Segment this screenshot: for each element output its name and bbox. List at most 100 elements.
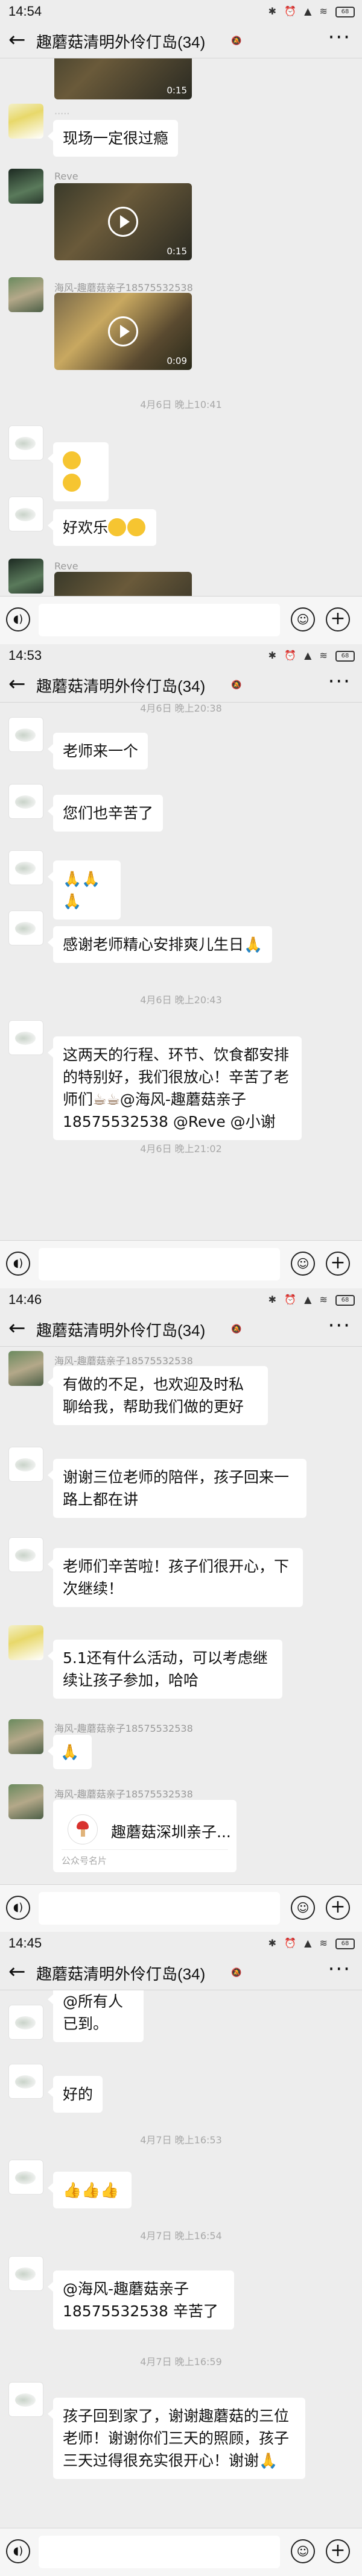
- video-message[interactable]: 0:09: [54, 293, 192, 370]
- avatar[interactable]: [8, 1447, 43, 1482]
- voice-icon[interactable]: ◖): [6, 1896, 30, 1920]
- message-bubble[interactable]: 好欢乐: [47, 509, 157, 546]
- message-bubble[interactable]: 有做的不足，也欢迎及时私聊给我，帮助我们做的更好: [48, 1366, 268, 1425]
- chat-title-bar: ← 趣蘑菇清明外伶仃岛(34) 🔕 ···: [0, 1954, 362, 1990]
- avatar[interactable]: [8, 2005, 43, 2040]
- chat-area[interactable]: 4月6日 晚上20:38 老师来一个 您们也辛苦了 🙏🙏🙏 感谢老师精心安排爽儿…: [0, 703, 362, 1240]
- voice-icon[interactable]: ◖): [6, 607, 30, 631]
- chat-area[interactable]: 0:15 ····· 现场一定很过瘾 Reve 0:15 海风-趣蘑菇亲子185…: [0, 58, 362, 596]
- battery-icon: 68: [335, 650, 355, 662]
- plus-icon[interactable]: +: [326, 1252, 350, 1276]
- laugh-emoji-icon: [108, 518, 127, 536]
- message-input[interactable]: [39, 2536, 280, 2568]
- play-icon[interactable]: [108, 316, 138, 346]
- play-icon[interactable]: [108, 207, 138, 237]
- pray-emoji-icon: 🙏: [60, 1743, 80, 1761]
- status-icons: ✱ ⏰ ▲ ≋ 68: [268, 1937, 355, 1949]
- battery-icon: 68: [335, 1938, 355, 1949]
- avatar[interactable]: [8, 497, 43, 531]
- message-bubble[interactable]: 老师来一个: [47, 733, 148, 769]
- back-arrow-icon[interactable]: ←: [8, 672, 26, 696]
- status-time: 14:54: [8, 4, 42, 19]
- plus-icon[interactable]: +: [326, 1896, 350, 1920]
- emoji-icon[interactable]: ☺: [291, 1896, 315, 1920]
- more-icon[interactable]: ···: [328, 669, 351, 694]
- video-duration: 0:09: [167, 356, 187, 366]
- avatar[interactable]: [8, 784, 43, 819]
- chat-area[interactable]: 海风-趣蘑菇亲子18575532538 有做的不足，也欢迎及时私聊给我，帮助我们…: [0, 1347, 362, 1884]
- avatar[interactable]: [8, 425, 43, 460]
- avatar[interactable]: [8, 2064, 43, 2099]
- avatar[interactable]: [8, 2256, 43, 2291]
- message-bubble[interactable]: @海风-趣蘑菇亲子18575532538 辛苦了: [48, 2270, 234, 2330]
- back-arrow-icon[interactable]: ←: [8, 1960, 26, 1984]
- chat-title-bar: ← 趣蘑菇清明外伶仃岛(34) 🔕 ···: [0, 666, 362, 703]
- time-separator: 4月6日 晚上20:38: [140, 703, 222, 714]
- message-bubble[interactable]: 您们也辛苦了: [47, 795, 164, 832]
- emoji-bubble[interactable]: 🙏🙏🙏: [48, 860, 121, 920]
- emoji-bubble[interactable]: [48, 442, 109, 501]
- laugh-emoji-icon: [63, 451, 81, 469]
- avatar[interactable]: [8, 169, 43, 204]
- message-bubble[interactable]: 谢谢三位老师的陪伴，孩子回来一路上都在讲: [48, 1459, 306, 1518]
- plus-icon[interactable]: +: [326, 2539, 350, 2563]
- group-title: 趣蘑菇清明外伶仃岛(34): [36, 33, 206, 51]
- voice-icon[interactable]: ◖): [6, 2539, 30, 2563]
- message-bubble[interactable]: 老师们辛苦啦！孩子们很开心，下次继续！: [48, 1548, 303, 1607]
- avatar[interactable]: [8, 2160, 43, 2195]
- emoji-icon[interactable]: ☺: [291, 1252, 315, 1276]
- avatar[interactable]: [8, 104, 43, 139]
- sender-nick: Reve: [54, 171, 78, 182]
- message-bubble[interactable]: 这两天的行程、环节、饮食都安排的特别好，我们很放心！辛苦了老师们☕☕@海风-趣蘑…: [48, 1036, 302, 1140]
- chat-title-bar: ← 趣蘑菇清明外伶仃岛(34) 🔕 ···: [0, 22, 362, 58]
- emoji-bubble[interactable]: 🙏: [48, 1735, 92, 1769]
- sender-nick: ·····: [54, 108, 70, 119]
- avatar[interactable]: [8, 1719, 43, 1754]
- message-input[interactable]: [39, 1248, 280, 1280]
- message-bubble[interactable]: @所有人 已到。: [48, 1990, 144, 2042]
- more-icon[interactable]: ···: [328, 1314, 351, 1338]
- chat-area[interactable]: @所有人 已到。 好的 4月7日 晚上16:53 👍👍👍 4月7日 晚上16:5…: [0, 1990, 362, 2528]
- message-input[interactable]: [39, 1892, 280, 1925]
- more-icon[interactable]: ···: [328, 1957, 351, 1981]
- more-icon[interactable]: ···: [328, 25, 351, 49]
- video-duration: 0:15: [167, 246, 187, 257]
- battery-icon: 68: [335, 1294, 355, 1306]
- avatar[interactable]: [8, 277, 43, 312]
- card-divider: [62, 1849, 228, 1850]
- voice-icon[interactable]: ◖): [6, 1252, 30, 1276]
- video-message[interactable]: 0:15: [54, 58, 192, 99]
- screenshot-3: 14:46 ✱ ⏰ ▲ ≋ 68 ← 趣蘑菇清明外伶仃岛(34) 🔕 ··· 海…: [0, 1288, 362, 1932]
- message-bubble[interactable]: 好的: [47, 2076, 103, 2113]
- emoji-icon[interactable]: ☺: [291, 607, 315, 631]
- card-name: 趣蘑菇深圳亲子...: [111, 1823, 231, 1841]
- emoji-icon[interactable]: ☺: [291, 2539, 315, 2563]
- message-bubble[interactable]: 孩子回到家了，谢谢趣蘑菇的三位老师！谢谢你们三天的照顾，孩子三天过得很充实很开心…: [48, 2398, 305, 2479]
- input-bar: ◖) ☺ +: [0, 596, 362, 644]
- avatar[interactable]: [8, 559, 43, 594]
- time-separator: 4月7日 晚上16:54: [140, 2230, 222, 2242]
- group-title: 趣蘑菇清明外伶仃岛(34): [36, 677, 206, 695]
- avatar[interactable]: [8, 850, 43, 885]
- emoji-bubble[interactable]: 👍👍👍: [48, 2172, 132, 2208]
- avatar[interactable]: [8, 1020, 43, 1055]
- message-bubble[interactable]: 现场一定很过瘾: [47, 120, 179, 157]
- mute-icon: 🔕: [231, 1324, 242, 1334]
- avatar[interactable]: [8, 1784, 43, 1819]
- message-bubble[interactable]: 感谢老师精心安排爽儿生日🙏: [47, 926, 273, 963]
- avatar[interactable]: [8, 1625, 43, 1660]
- back-arrow-icon[interactable]: ←: [8, 28, 26, 52]
- video-message[interactable]: [54, 572, 192, 596]
- back-arrow-icon[interactable]: ←: [8, 1316, 26, 1340]
- avatar[interactable]: [8, 1537, 43, 1572]
- plus-icon[interactable]: +: [326, 607, 350, 631]
- message-input[interactable]: [39, 604, 280, 636]
- avatar[interactable]: [8, 2382, 43, 2417]
- avatar[interactable]: [8, 910, 43, 945]
- official-account-card[interactable]: 趣蘑菇深圳亲子... 公众号名片: [53, 1800, 237, 1872]
- avatar[interactable]: [8, 1351, 43, 1386]
- avatar[interactable]: [8, 717, 43, 752]
- message-bubble[interactable]: 5.1还有什么活动，可以考虑继续让孩子参加，哈哈: [48, 1640, 282, 1699]
- video-message[interactable]: 0:15: [54, 183, 192, 260]
- mute-icon: 🔕: [231, 36, 242, 46]
